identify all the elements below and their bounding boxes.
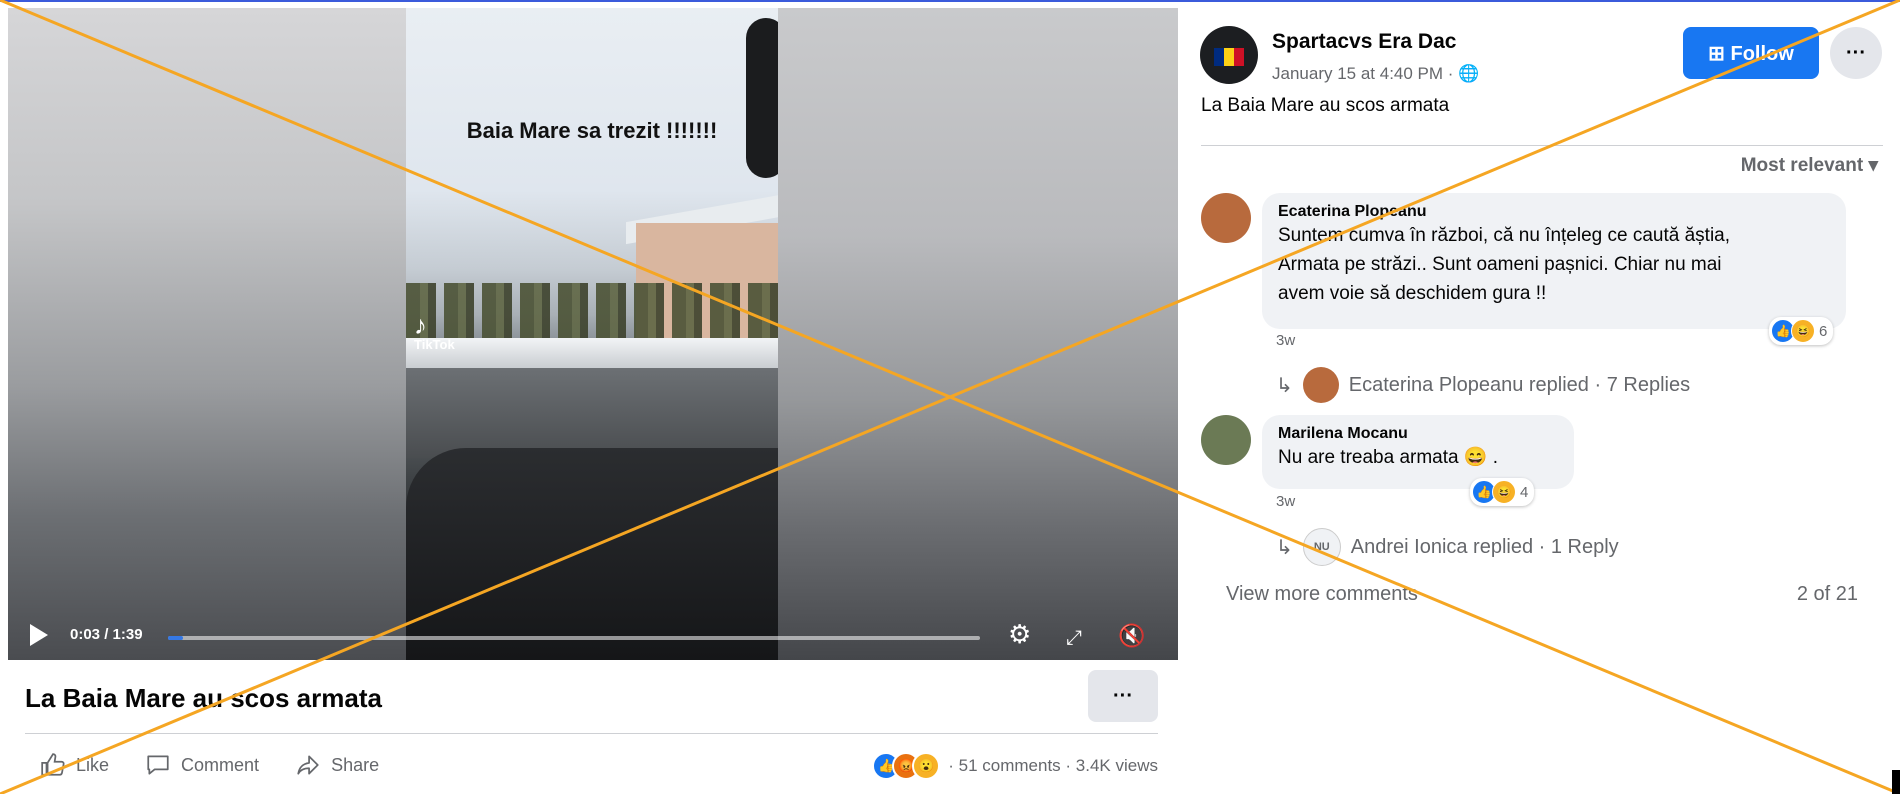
reply-avatar	[1302, 367, 1339, 403]
comment-count: 2 of 21	[1796, 583, 1858, 605]
like-button[interactable]: Like	[40, 752, 109, 778]
follow-icon: ⊞	[1708, 42, 1731, 65]
comment-bubble: Ecaterina Plopeanu Suntem cumva în războ…	[1262, 193, 1846, 329]
comment-author[interactable]: Ecaterina Plopeanu	[1278, 203, 1830, 221]
page-more-button[interactable]: ···	[1830, 27, 1882, 79]
haha-reaction-icon: 😆	[1791, 319, 1815, 343]
comment-line: Armata pe străzi.. Sunt oameni pașnici. …	[1278, 254, 1722, 275]
comment-line: Suntem cumva în război, că nu înțeleg ce…	[1278, 225, 1731, 246]
comment-label: Comment	[181, 754, 260, 775]
play-icon[interactable]	[30, 624, 48, 646]
comment-line: avem voie să deschidem gura !!	[1278, 283, 1547, 304]
post-timestamp[interactable]: January 15 at 4:40 PM · 🌐	[1272, 64, 1479, 84]
comment-line: Nu are treaba armata 😄 .	[1278, 447, 1499, 468]
marching-soldiers	[406, 283, 778, 343]
tiktok-icon: ♪	[414, 310, 427, 340]
view-more-comments-link[interactable]: View more comments	[1226, 583, 1418, 606]
page-avatar[interactable]	[1200, 26, 1258, 84]
video-blur-left	[8, 8, 406, 660]
timestamp-text: January 15 at 4:40 PM ·	[1272, 64, 1459, 83]
post-actions: Like Comment Share	[40, 752, 379, 778]
tiktok-watermark: ♪ TikTok	[414, 310, 455, 352]
sort-label: Most relevant	[1740, 155, 1864, 176]
top-border	[0, 0, 1900, 2]
post-title: La Baia Mare au scos armata	[25, 683, 382, 713]
video-frame: Baia Mare sa trezit !!!!!!! ♪ TikTok	[406, 8, 778, 660]
view-replies-link[interactable]: ↳ NU Andrei Ionica replied · 1 Reply	[1276, 528, 1619, 566]
replies-label: Andrei Ionica replied · 1 Reply	[1350, 535, 1619, 558]
share-button[interactable]: Share	[295, 752, 379, 778]
reply-arrow-icon: ↳	[1276, 536, 1293, 559]
comment-age[interactable]: 3w	[1276, 493, 1295, 510]
share-arrow-icon	[297, 755, 319, 775]
snowbank	[406, 338, 778, 368]
video-blur-right	[778, 8, 1178, 660]
comment-button[interactable]: Comment	[145, 752, 259, 778]
reply-arrow-icon: ↳	[1276, 374, 1293, 397]
edge-mark	[1892, 770, 1900, 794]
comment-avatar[interactable]	[1201, 193, 1251, 243]
comments-views-count[interactable]: · 51 comments · 3.4K views	[948, 756, 1158, 776]
fullscreen-icon[interactable]: ⤢	[1066, 625, 1082, 651]
comment-bubble-icon	[147, 755, 169, 775]
reaction-icons[interactable]: 👍 😡 😮	[872, 752, 941, 780]
wow-reaction-icon: 😮	[912, 752, 941, 780]
post-stats: 👍 😡 😮 · 51 comments · 3.4K views	[872, 752, 1158, 780]
video-time: 0:03 / 1:39	[70, 626, 143, 643]
rear-mirror	[746, 18, 778, 178]
haha-reaction-icon: 😆	[1492, 480, 1516, 504]
video-progress-bar[interactable]	[168, 636, 980, 640]
video-progress-fill	[168, 636, 184, 640]
tiktok-label: TikTok	[414, 337, 455, 352]
video-player[interactable]: Baia Mare sa trezit !!!!!!! ♪ TikTok 0:0…	[8, 8, 1178, 660]
post-more-button[interactable]: ···	[1088, 670, 1158, 722]
replies-label: Ecaterina Plopeanu replied · 7 Replies	[1348, 373, 1691, 396]
post-text: La Baia Mare au scos armata	[1201, 95, 1450, 116]
follow-button[interactable]: ⊞ Follow	[1683, 27, 1819, 79]
mute-speaker-icon[interactable]: 🔇	[1118, 623, 1145, 649]
follow-label: Follow	[1730, 42, 1794, 65]
flag-icon	[1214, 48, 1244, 66]
comment-age[interactable]: 3w	[1276, 332, 1295, 349]
divider	[1201, 145, 1883, 146]
comment-reactions[interactable]: 👍 😆 6	[1769, 317, 1834, 345]
comment-avatar[interactable]	[1201, 415, 1251, 465]
reaction-count: 6	[1819, 322, 1828, 340]
comment-sort-dropdown[interactable]: Most relevant ▾	[1741, 154, 1878, 177]
reaction-count: 4	[1520, 483, 1529, 501]
video-overlay-caption: Baia Mare sa trezit !!!!!!!	[466, 118, 718, 143]
divider	[25, 733, 1158, 734]
page-name[interactable]: Spartacvs Era Dac	[1272, 30, 1456, 54]
reply-avatar: NU	[1302, 528, 1341, 566]
view-replies-link[interactable]: ↳ Ecaterina Plopeanu replied · 7 Replies	[1276, 367, 1690, 403]
comment-bubble: Marilena Mocanu Nu are treaba armata 😄 .	[1262, 415, 1574, 489]
settings-gear-icon[interactable]: ⚙	[1008, 621, 1031, 647]
like-label: Like	[76, 754, 110, 775]
road	[406, 368, 778, 458]
globe-icon: 🌐	[1458, 64, 1480, 83]
share-label: Share	[331, 754, 380, 775]
thumbs-up-icon	[41, 753, 65, 776]
comment-reactions[interactable]: 👍 😆 4	[1470, 478, 1535, 506]
comment-author[interactable]: Marilena Mocanu	[1278, 425, 1558, 443]
caret-down-icon: ▾	[1868, 155, 1878, 176]
video-controls: 0:03 / 1:39 ⚙ ⤢ 🔇	[8, 608, 1178, 660]
